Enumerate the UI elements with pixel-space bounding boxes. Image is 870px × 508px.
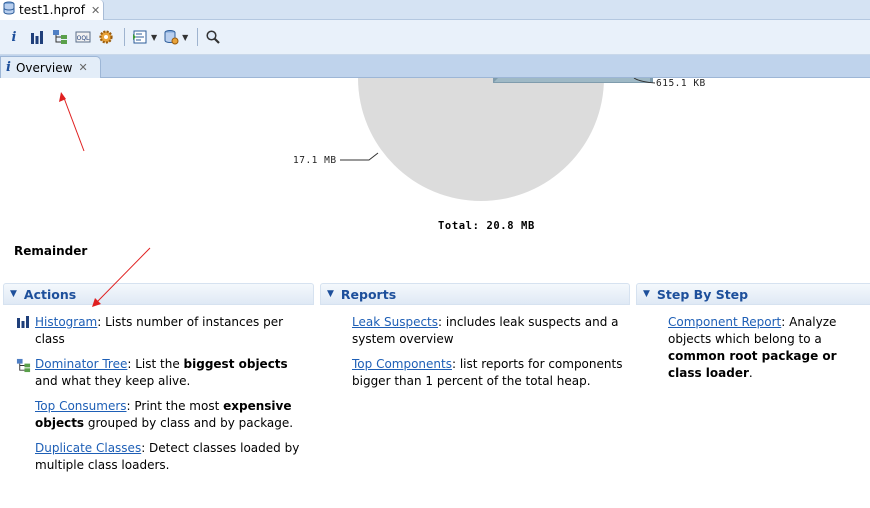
chart-total-label: Total: 20.8 MB bbox=[438, 220, 535, 232]
leak-suspects-link[interactable]: Leak Suspects bbox=[352, 315, 438, 329]
reports-header[interactable]: ▼ Reports bbox=[320, 283, 630, 305]
top-consumers-link[interactable]: Top Consumers bbox=[35, 399, 127, 413]
dominator-tree-icon[interactable] bbox=[50, 26, 70, 48]
chevron-down-icon[interactable]: ▼ bbox=[327, 289, 334, 299]
list-item: Duplicate Classes: Detect classes loaded… bbox=[16, 440, 306, 474]
pie-slice-remainder bbox=[358, 78, 604, 201]
heap-dump-icon[interactable] bbox=[161, 26, 181, 48]
chevron-down-icon[interactable]: ▼ bbox=[643, 289, 650, 299]
component-report-link[interactable]: Component Report bbox=[668, 315, 781, 329]
close-icon[interactable]: ✕ bbox=[91, 4, 100, 17]
heap-dump-file-icon bbox=[2, 1, 16, 19]
actions-header[interactable]: ▼ Actions bbox=[3, 283, 314, 305]
editor-tab-label: test1.hprof bbox=[19, 3, 85, 17]
top-consumers-description-end: grouped by class and by package. bbox=[84, 416, 294, 430]
app-window: test1.hprof ✕ i OQL ▼ ▼ i Overview ✕ 615… bbox=[0, 0, 870, 508]
chevron-down-icon[interactable]: ▼ bbox=[182, 33, 188, 42]
dominator-tree-description-end: and what they keep alive. bbox=[35, 374, 191, 388]
slice-label-small: 615.1 KB bbox=[656, 78, 706, 89]
dominator-tree-icon bbox=[16, 358, 31, 373]
svg-text:OQL: OQL bbox=[77, 35, 90, 42]
reports-section: ▼ Reports Leak Suspects: includes leak s… bbox=[320, 283, 630, 508]
close-icon[interactable]: ✕ bbox=[78, 61, 87, 74]
list-item: Histogram: Lists number of instances per… bbox=[16, 314, 306, 348]
list-item: Top Consumers: Print the most expensive … bbox=[16, 398, 306, 432]
step-by-step-title: Step By Step bbox=[656, 286, 749, 302]
top-components-link[interactable]: Top Components bbox=[352, 357, 452, 371]
dominator-tree-description: : List the bbox=[127, 357, 184, 371]
remainder-label: Remainder bbox=[14, 244, 88, 258]
top-consumers-description: : Print the most bbox=[126, 399, 224, 413]
histogram-icon[interactable] bbox=[27, 26, 47, 48]
list-item: Leak Suspects: includes leak suspects an… bbox=[333, 314, 623, 348]
editor-tab-test1-hprof[interactable]: test1.hprof ✕ bbox=[0, 0, 104, 20]
actions-title: Actions bbox=[23, 286, 77, 302]
chevron-down-icon[interactable]: ▼ bbox=[10, 289, 17, 299]
actions-section: ▼ Actions Histogram: Lists number of ins… bbox=[3, 283, 314, 508]
list-item: Component Report: Analyze objects which … bbox=[649, 314, 869, 382]
toolbar-separator bbox=[197, 28, 199, 46]
dominator-tree-link[interactable]: Dominator Tree bbox=[35, 357, 127, 371]
oql-icon[interactable]: OQL bbox=[73, 26, 93, 48]
list-item: Dominator Tree: List the biggest objects… bbox=[16, 356, 306, 390]
search-icon[interactable] bbox=[203, 26, 223, 48]
toolbar-separator bbox=[124, 28, 125, 46]
actions-list: Histogram: Lists number of instances per… bbox=[3, 305, 314, 474]
chevron-down-icon[interactable]: ▼ bbox=[151, 33, 157, 42]
histogram-icon bbox=[16, 316, 31, 330]
query-browser-icon[interactable] bbox=[130, 26, 150, 48]
info-icon[interactable]: i bbox=[4, 26, 24, 48]
slice-label-large: 17.1 MB bbox=[293, 155, 337, 166]
dominator-tree-emphasis: biggest objects bbox=[183, 357, 288, 371]
toolbar: i OQL ▼ ▼ bbox=[0, 20, 870, 55]
component-report-description-end: . bbox=[748, 366, 753, 380]
histogram-link[interactable]: Histogram bbox=[35, 315, 97, 329]
reports-title: Reports bbox=[340, 286, 397, 302]
step-by-step-section: ▼ Step By Step Component Report: Analyze… bbox=[636, 283, 870, 508]
info-icon: i bbox=[6, 60, 11, 75]
reports-list: Leak Suspects: includes leak suspects an… bbox=[320, 305, 630, 390]
tab-overview-label: Overview bbox=[15, 60, 73, 75]
view-tab-strip: i Overview ✕ bbox=[0, 55, 870, 78]
heap-pie-chart: 615.1 KB 17.1 MB Total: 20.8 MB bbox=[293, 78, 706, 232]
tab-overview[interactable]: i Overview ✕ bbox=[0, 56, 101, 78]
overview-content: 615.1 KB 17.1 MB Total: 20.8 MB Remainde… bbox=[0, 78, 870, 508]
duplicate-classes-link[interactable]: Duplicate Classes bbox=[35, 441, 141, 455]
step-by-step-header[interactable]: ▼ Step By Step bbox=[636, 283, 870, 305]
list-item: Top Components: list reports for compone… bbox=[333, 356, 623, 390]
gear-icon[interactable] bbox=[96, 26, 116, 48]
editor-tab-strip: test1.hprof ✕ bbox=[0, 0, 870, 20]
step-by-step-list: Component Report: Analyze objects which … bbox=[636, 305, 870, 382]
